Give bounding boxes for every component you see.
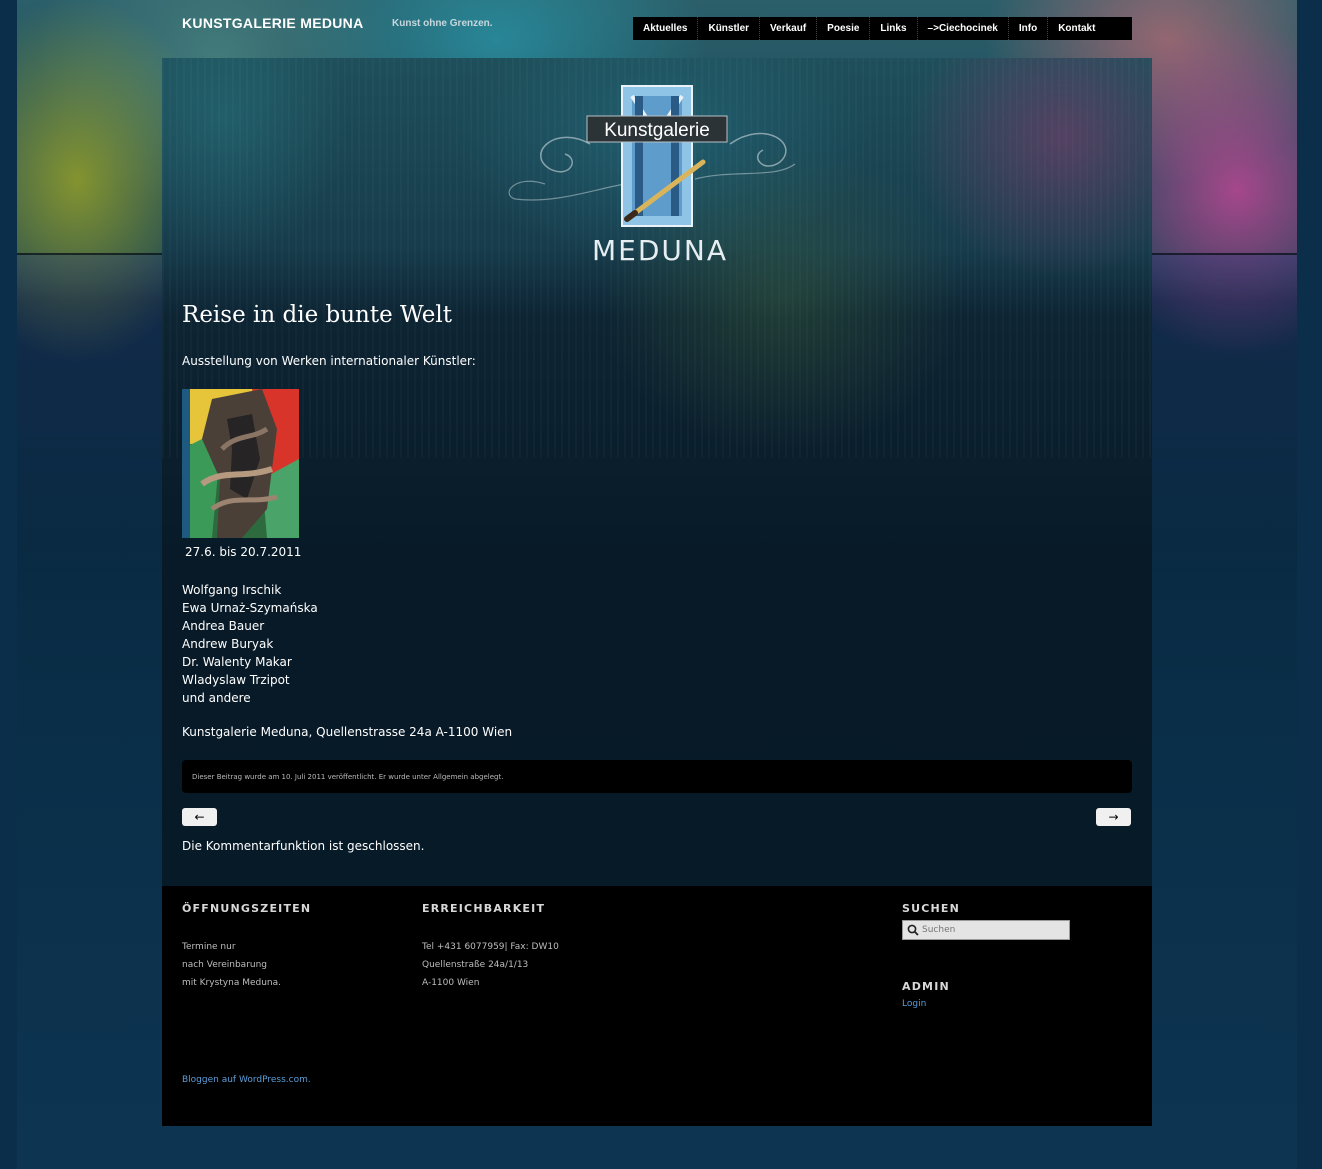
artist-item: Dr. Walenty Makar xyxy=(182,655,292,669)
contact-line: Quellenstraße 24a/1/13 xyxy=(422,960,529,970)
main-navigation: Aktuelles Künstler Verkauf Poesie Links … xyxy=(633,17,1132,40)
post-intro: Ausstellung von Werken internationaler K… xyxy=(182,354,476,368)
artist-list: Wolfgang Irschik Ewa Urnaż-Szymańska And… xyxy=(182,581,318,707)
login-link[interactable]: Login xyxy=(902,999,926,1009)
logo-top-text: Kunstgalerie xyxy=(604,120,710,141)
nav-item-links[interactable]: Links xyxy=(870,17,918,40)
gallery-logo[interactable]: Kunstgalerie MEDUNA xyxy=(495,84,825,269)
artist-item: und andere xyxy=(182,691,251,705)
nav-item-info[interactable]: Info xyxy=(1009,17,1049,40)
search-input[interactable] xyxy=(920,925,1062,935)
next-post-button[interactable]: → xyxy=(1096,808,1131,826)
opening-hours-line: nach Vereinbarung xyxy=(182,960,268,970)
opening-hours-line: Termine nur xyxy=(182,942,236,952)
gallery-address: Kunstgalerie Meduna, Quellenstrasse 24a … xyxy=(182,725,513,739)
site-description: Kunst ohne Grenzen. xyxy=(392,18,493,29)
nav-item-verkauf[interactable]: Verkauf xyxy=(760,17,818,40)
admin-title: ADMIN xyxy=(902,980,950,993)
footer: ÖFFNUNGSZEITEN Termine nur nach Vereinba… xyxy=(162,886,1152,1126)
contact-line: A-1100 Wien xyxy=(422,978,480,988)
search-title: SUCHEN xyxy=(902,902,961,915)
comments-closed-note: Die Kommentarfunktion ist geschlossen. xyxy=(182,839,425,853)
nav-item-aktuelles[interactable]: Aktuelles xyxy=(633,17,699,40)
contact-title: ERREICHBARKEIT xyxy=(422,902,546,915)
backdrop-right-glow xyxy=(1152,255,1297,1169)
opening-hours-line: mit Krystyna Meduna. xyxy=(182,978,282,988)
post-title: Reise in die bunte Welt xyxy=(182,302,452,328)
artist-item: Wladyslaw Trzipot xyxy=(182,673,290,687)
contact-text: Tel +431 6077959| Fax: DW10 Quellenstraß… xyxy=(422,938,559,992)
site-title[interactable]: KUNSTGALERIE MEDUNA xyxy=(182,15,363,31)
nav-item-ciechocinek[interactable]: –>Ciechocinek xyxy=(918,17,1009,40)
opening-hours-text: Termine nur nach Vereinbarung mit Krysty… xyxy=(182,938,281,992)
artwork-image[interactable] xyxy=(182,389,299,538)
exhibition-dates: 27.6. bis 20.7.2011 xyxy=(185,545,302,559)
post-meta-text: Dieser Beitrag wurde am 10. Juli 2011 ve… xyxy=(192,772,504,781)
opening-hours-title: ÖFFNUNGSZEITEN xyxy=(182,902,312,915)
backdrop-left-glow xyxy=(17,255,162,1169)
search-box xyxy=(902,920,1070,940)
artist-item: Wolfgang Irschik xyxy=(182,583,282,597)
artist-item: Andrew Buryak xyxy=(182,637,274,651)
wordpress-credit-link[interactable]: Bloggen auf WordPress.com. xyxy=(182,1075,311,1085)
nav-item-kontakt[interactable]: Kontakt xyxy=(1048,17,1105,40)
previous-post-button[interactable]: ← xyxy=(182,808,217,826)
search-icon[interactable] xyxy=(906,923,920,937)
post-meta: Dieser Beitrag wurde am 10. Juli 2011 ve… xyxy=(182,760,1132,793)
logo-bottom-text: MEDUNA xyxy=(592,234,728,267)
nav-item-poesie[interactable]: Poesie xyxy=(817,17,871,40)
artist-item: Ewa Urnaż-Szymańska xyxy=(182,601,318,615)
nav-item-kuenstler[interactable]: Künstler xyxy=(698,17,761,40)
artist-item: Andrea Bauer xyxy=(182,619,265,633)
contact-line: Tel +431 6077959| Fax: DW10 xyxy=(422,942,559,952)
